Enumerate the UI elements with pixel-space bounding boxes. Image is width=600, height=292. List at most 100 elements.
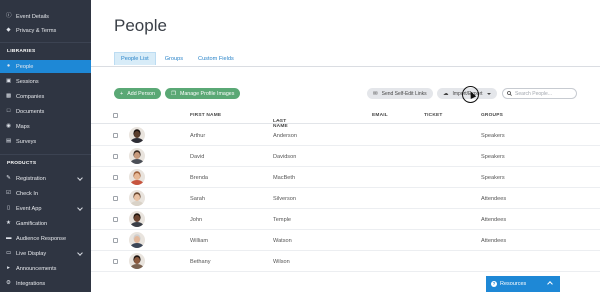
libraries-heading: LIBRARIES	[7, 49, 36, 54]
manage-profile-images-button[interactable]: ❐ Manage Profile Images	[165, 88, 241, 99]
sort-ascending-icon	[276, 119, 280, 121]
sidebar-item-label: Audience Response	[16, 235, 67, 242]
sidebar-item-label: Sessions	[16, 78, 39, 85]
chat-icon: ▬	[6, 235, 12, 241]
tab-custom-fields[interactable]: Custom Fields	[192, 52, 240, 65]
row-checkbox[interactable]	[113, 196, 118, 201]
add-person-button[interactable]: + Add Person	[114, 88, 161, 99]
cloud-icon: ☁	[443, 90, 449, 97]
sidebar-item-people[interactable]: ● People	[0, 60, 91, 73]
sidebar: ⓘ Event Details ◆ Privacy & Terms LIBRAR…	[0, 0, 91, 292]
tab-people-list[interactable]: People List	[114, 52, 156, 65]
table-row[interactable]: John Temple Attendees	[91, 209, 600, 230]
sidebar-item-gamification[interactable]: ★ Gamification	[0, 217, 91, 230]
sidebar-item-companies[interactable]: ▩ Companies	[0, 90, 91, 103]
first-name-cell: Brenda	[190, 175, 209, 181]
add-person-label: Add Person	[127, 90, 155, 97]
cursor-arrow	[467, 90, 477, 99]
select-all-checkbox[interactable]	[113, 113, 118, 118]
calendar-icon: ▣	[6, 78, 12, 84]
sidebar-item-integrations[interactable]: ⚙ Integrations	[0, 277, 91, 290]
avatar	[129, 127, 145, 143]
sidebar-item-maps[interactable]: ◉ Maps	[0, 120, 91, 133]
sidebar-item-label: Check In	[16, 190, 39, 197]
sidebar-item-label: Event Details	[16, 13, 49, 20]
row-checkbox[interactable]	[113, 217, 118, 222]
megaphone-icon: ▸	[7, 265, 10, 271]
tab-groups[interactable]: Groups	[159, 52, 189, 65]
groups-cell: Attendees	[481, 196, 507, 202]
chevron-down-icon	[77, 250, 83, 256]
search-input[interactable]	[515, 90, 575, 97]
sidebar-item-label: Live Display	[16, 250, 47, 257]
table-row[interactable]: Brenda MacBeth Speakers	[91, 167, 600, 188]
sidebar-item-announcements[interactable]: ▸ Announcements	[0, 262, 91, 275]
row-checkbox[interactable]	[113, 154, 118, 159]
table-header: FIRST NAME LAST NAME EMAIL TICKET GROUPS	[91, 107, 600, 129]
header-ticket[interactable]: TICKET	[424, 113, 443, 118]
table-row[interactable]: Arthur Anderson Speakers	[91, 125, 600, 146]
row-checkbox[interactable]	[113, 259, 118, 264]
resources-button[interactable]: ? Resources	[486, 276, 560, 292]
last-name-cell: Temple	[273, 217, 292, 223]
groups-cell: Speakers	[481, 175, 505, 181]
table-row[interactable]: David Davidson Speakers	[91, 146, 600, 167]
sidebar-item-label: Announcements	[16, 265, 57, 272]
header-first-name[interactable]: FIRST NAME	[190, 113, 221, 118]
sidebar-item-event-details[interactable]: ⓘ Event Details	[0, 10, 91, 23]
sidebar-item-label: Companies	[16, 93, 45, 100]
info-icon: ⓘ	[6, 13, 12, 19]
caret-down-icon	[486, 92, 491, 95]
sidebar-item-live-display[interactable]: ▭ Live Display	[0, 247, 91, 260]
send-self-edit-links-button[interactable]: ✉ Send Self-Edit Links	[367, 88, 433, 99]
sidebar-item-label: Maps	[16, 123, 30, 130]
document-icon: □	[6, 108, 11, 114]
person-icon: ●	[6, 63, 11, 69]
first-name-cell: Sarah	[190, 196, 205, 202]
groups-cell: Speakers	[481, 154, 505, 160]
header-email[interactable]: EMAIL	[372, 113, 388, 118]
registration-icon: ✎	[6, 175, 11, 181]
header-groups[interactable]: GROUPS	[481, 113, 503, 118]
sidebar-divider	[0, 42, 91, 43]
images-icon: ❐	[171, 90, 176, 97]
map-pin-icon: ◉	[6, 123, 11, 129]
sidebar-item-label: Integrations	[16, 280, 46, 287]
sidebar-item-label: People	[16, 63, 34, 70]
table-row[interactable]: Bethany Wilson	[91, 251, 600, 272]
avatar	[129, 232, 145, 248]
table-row[interactable]: William Watson Attendees	[91, 230, 600, 251]
sidebar-item-label: Documents	[16, 108, 45, 115]
tab-divider	[91, 66, 600, 67]
send-links-label: Send Self-Edit Links	[381, 90, 427, 97]
trophy-icon: ★	[6, 220, 11, 226]
sidebar-item-registration[interactable]: ✎ Registration	[0, 172, 91, 185]
sidebar-item-check-in[interactable]: ☑ Check In	[0, 187, 91, 200]
row-checkbox[interactable]	[113, 133, 118, 138]
row-checkbox[interactable]	[113, 175, 118, 180]
sidebar-item-audience-response[interactable]: ▬ Audience Response	[0, 232, 91, 245]
sidebar-item-privacy-terms[interactable]: ◆ Privacy & Terms	[0, 24, 91, 37]
first-name-cell: Bethany	[190, 259, 211, 265]
phone-icon: ▯	[6, 205, 11, 211]
sidebar-item-label: Registration	[16, 175, 46, 182]
chevron-down-icon	[77, 205, 83, 211]
search-box	[502, 88, 577, 99]
sidebar-item-event-app[interactable]: ▯ Event App	[0, 202, 91, 215]
plus-icon: +	[120, 90, 124, 97]
sidebar-item-surveys[interactable]: ▤ Surveys	[0, 135, 91, 148]
products-heading: PRODUCTS	[7, 161, 37, 166]
row-checkbox[interactable]	[113, 238, 118, 243]
sidebar-item-documents[interactable]: □ Documents	[0, 105, 91, 118]
first-name-cell: John	[190, 217, 203, 223]
sidebar-item-label: Gamification	[16, 220, 48, 227]
first-name-cell: Arthur	[190, 133, 206, 139]
question-icon: ?	[491, 281, 497, 287]
table-row[interactable]: Sarah Silverson Attendees	[91, 188, 600, 209]
sidebar-item-sessions[interactable]: ▣ Sessions	[0, 75, 91, 88]
last-name-cell: MacBeth	[273, 175, 296, 181]
tab-bar: People List Groups Custom Fields	[114, 52, 243, 66]
last-name-cell: Wilson	[273, 259, 290, 265]
avatar	[129, 211, 145, 227]
checkbox-icon: ☑	[6, 190, 11, 196]
